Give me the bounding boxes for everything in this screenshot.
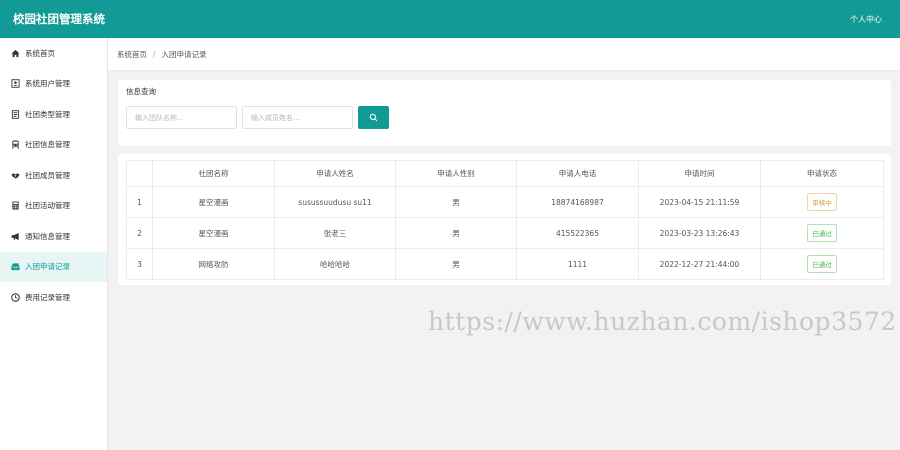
status-cell: 已通过 (760, 217, 884, 249)
watermark-text: https://www.huzhan.com/ishop3572 (428, 307, 897, 336)
column-header-club: 社团名称 (152, 160, 275, 187)
row-index: 1 (126, 186, 153, 218)
gender-cell: 男 (395, 186, 517, 218)
sidebar-item-label: 社团活动管理 (25, 201, 70, 211)
breadcrumb-separator: / (153, 49, 156, 59)
records-panel: 社团名称 申请人姓名 申请人性别 申请人电话 申请时间 申请状态 1 星空漫画 … (118, 154, 891, 285)
row-index: 3 (126, 248, 153, 280)
phone-cell: 1111 (516, 248, 639, 280)
applicant-name-search-input[interactable] (242, 106, 353, 129)
sidebar-item-notices[interactable]: 通知信息管理 (0, 221, 107, 252)
table-row[interactable]: 3 网络攻防 哈哈哈哈 男 1111 2022-12-27 21:44:00 已… (126, 248, 884, 280)
table-row[interactable]: 2 星空漫画 张老三 男 415522365 2023-03-23 13:26:… (126, 217, 884, 249)
phone-cell: 415522365 (516, 217, 639, 249)
column-header-name: 申请人姓名 (274, 160, 396, 187)
sidebar-item-club-info[interactable]: 社团信息管理 (0, 130, 107, 161)
status-badge: 审核中 (807, 193, 837, 211)
sidebar-item-activities[interactable]: 社团活动管理 (0, 191, 107, 222)
status-badge: 已通过 (807, 224, 837, 242)
top-bar: 校园社团管理系统 个人中心 (0, 0, 900, 38)
apply-time-cell: 2023-03-23 13:26:43 (638, 217, 761, 249)
breadcrumb-home-link[interactable]: 系统首页 (117, 49, 147, 60)
club-name-cell: 网络攻防 (152, 248, 275, 280)
applicant-name-cell: susussuudusu su11 (274, 186, 396, 218)
sidebar-item-label: 入团申请记录 (25, 262, 70, 272)
breadcrumb: 系统首页 / 入团申请记录 (108, 38, 900, 71)
search-icon (369, 113, 378, 122)
applicant-name-cell: 张老三 (274, 217, 396, 249)
apply-time-cell: 2022-12-27 21:44:00 (638, 248, 761, 280)
sidebar-item-members[interactable]: 社团成员管理 (0, 160, 107, 191)
calculator-icon (11, 201, 20, 210)
club-name-cell: 星空漫画 (152, 217, 275, 249)
query-title: 信息查询 (126, 87, 156, 96)
column-header-status: 申请状态 (760, 160, 884, 187)
sidebar: 系统首页 系统用户管理 社团类型管理 社团信息管理 社团成员管理 社团活动管理 (0, 38, 108, 450)
sidebar-item-users[interactable]: 系统用户管理 (0, 69, 107, 100)
query-panel: 信息查询 (118, 80, 891, 146)
gender-cell: 男 (395, 248, 517, 280)
application-records-table: 社团名称 申请人姓名 申请人性别 申请人电话 申请时间 申请状态 1 星空漫画 … (126, 160, 884, 280)
sidebar-item-fees[interactable]: 费用记录管理 (0, 282, 107, 313)
bullhorn-icon (11, 232, 20, 241)
club-name-cell: 星空漫画 (152, 186, 275, 218)
user-center-link[interactable]: 个人中心 (850, 14, 882, 25)
sidebar-item-label: 通知信息管理 (25, 231, 70, 241)
status-cell: 审核中 (760, 186, 884, 218)
document-icon (11, 110, 20, 119)
sidebar-item-label: 系统首页 (25, 48, 55, 58)
home-icon (11, 49, 20, 58)
column-header-phone: 申请人电话 (516, 160, 639, 187)
applicant-name-cell: 哈哈哈哈 (274, 248, 396, 280)
sidebar-item-label: 社团成员管理 (25, 170, 70, 180)
sidebar-item-label: 系统用户管理 (25, 79, 70, 89)
sidebar-item-home[interactable]: 系统首页 (0, 38, 107, 69)
app-title: 校园社团管理系统 (13, 12, 105, 26)
column-header-time: 申请时间 (638, 160, 761, 187)
status-badge: 已通过 (807, 255, 837, 273)
sidebar-item-label: 社团信息管理 (25, 140, 70, 150)
sidebar-item-label: 费用记录管理 (25, 292, 70, 302)
sidebar-item-label: 社团类型管理 (25, 109, 70, 119)
column-header-index (126, 160, 153, 187)
column-header-gender: 申请人性别 (395, 160, 517, 187)
clock-icon (11, 292, 20, 302)
train-icon (11, 140, 20, 150)
status-cell: 已通过 (760, 248, 884, 280)
row-index: 2 (126, 217, 153, 249)
sidebar-item-club-types[interactable]: 社团类型管理 (0, 99, 107, 130)
search-button[interactable] (358, 106, 389, 129)
table-header-row: 社团名称 申请人姓名 申请人性别 申请人电话 申请时间 申请状态 (126, 160, 884, 187)
table-row[interactable]: 1 星空漫画 susussuudusu su11 男 18874168987 2… (126, 186, 884, 218)
gender-cell: 男 (395, 217, 517, 249)
apply-time-cell: 2023-04-15 21:11:59 (638, 186, 761, 218)
user-card-icon (11, 79, 20, 88)
inbox-icon (11, 262, 20, 271)
handshake-icon (11, 171, 20, 180)
sidebar-item-applications[interactable]: 入团申请记录 (0, 251, 107, 282)
breadcrumb-current: 入团申请记录 (161, 49, 207, 59)
phone-cell: 18874168987 (516, 186, 639, 218)
club-name-search-input[interactable] (126, 106, 237, 129)
